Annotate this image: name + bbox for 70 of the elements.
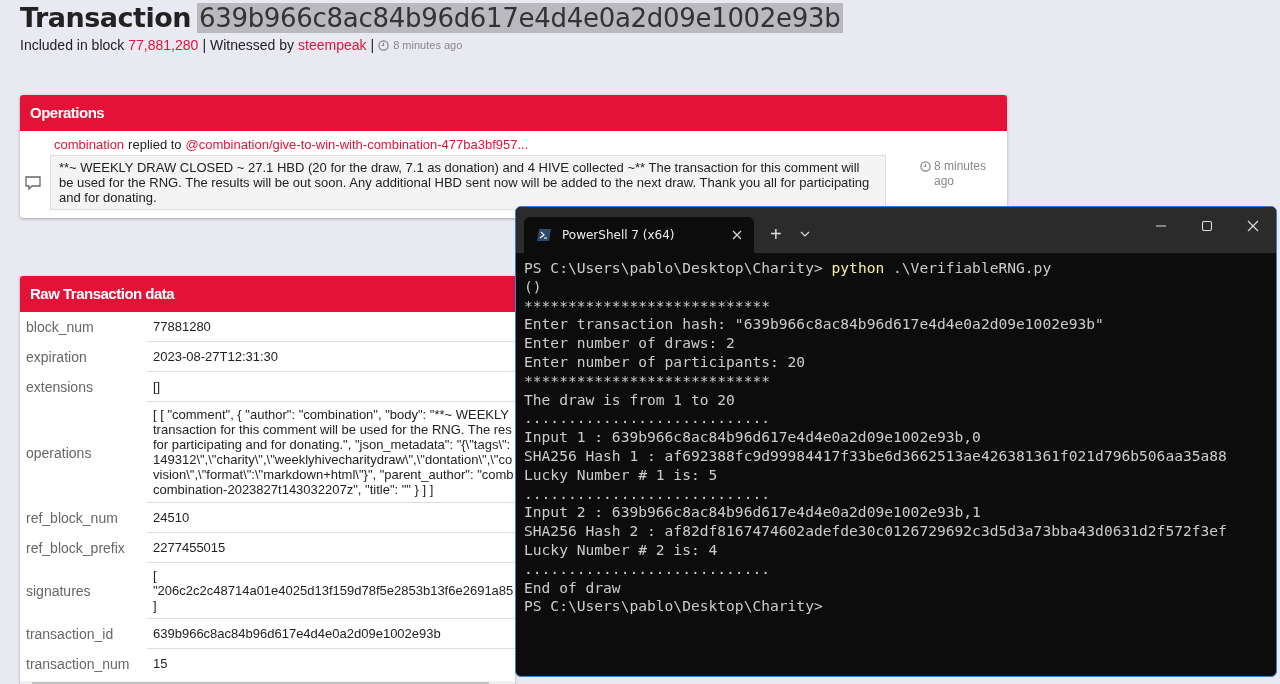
field-key: ref_block_prefix — [20, 533, 147, 563]
block-label: Included in block — [20, 37, 125, 53]
transaction-hash: 639b966c8ac84b96d617e4d4e0a2d09e1002e93b — [196, 2, 843, 33]
new-tab-button[interactable]: + — [754, 217, 792, 253]
field-value: 2023-08-27T12:31:30 — [153, 349, 279, 364]
output-line: **************************** — [524, 371, 771, 391]
post-link[interactable]: @combination/give-to-win-with-combination-477ba3bf957... — [185, 137, 529, 152]
panel-header: Raw Transaction data — [20, 276, 515, 312]
field-value: 639b966c8ac84b96d617e4d4e0a2d09e1002e93b — [153, 626, 441, 641]
field-key: signatures — [20, 563, 147, 619]
output-line: Enter number of draws: 2 — [524, 334, 736, 353]
output-line: SHA256 Hash 2 : af82df8167474602adefde30c0126729692c3d5d3a73bba43d0631d2f572f3ef — [524, 522, 1228, 541]
field-value: "206c2c2c48714a01e4025d13f159d78f5e2853b13f6e2691a85 — [153, 583, 514, 598]
output-line: Input 2 : 639b966c8ac84b96d617e4d4e0a2d09e1002e93b,1 — [524, 503, 982, 523]
comment-icon — [24, 174, 42, 191]
output-line: The draw is from 1 to 20 — [524, 390, 736, 410]
close-icon[interactable] — [732, 230, 742, 240]
terminal-tab[interactable]: PowerShell 7 (x64) — [524, 217, 754, 253]
separator: | — [202, 37, 206, 53]
timestamp: 8 minutes ago — [934, 159, 988, 189]
field-value: 77881280 — [153, 319, 211, 334]
author-link[interactable]: combination — [54, 137, 125, 152]
powershell-icon — [536, 228, 552, 242]
field-value: ] — [153, 598, 157, 613]
field-value: 15 — [153, 656, 168, 671]
prompt-line: PS C:\Users\pablo\Desktop\Charity> — [524, 597, 824, 617]
output-line: ............................ — [524, 559, 771, 579]
field-key: transaction_id — [20, 619, 147, 649]
separator: | — [370, 37, 375, 53]
maximize-icon[interactable] — [1201, 220, 1213, 232]
page-title: Transaction — [20, 2, 191, 33]
field-value: 24510 — [153, 510, 190, 525]
field-key: extensions — [20, 372, 147, 402]
witness-label: Witnessed by — [210, 37, 295, 53]
panel-header: Operations — [20, 95, 1007, 131]
output-line: End of draw — [524, 578, 622, 598]
command-line: PS C:\Users\pablo\Desktop\Charity> python .\VerifiableRNG.py — [524, 259, 1053, 278]
output-line: Lucky Number # 2 is: 4 — [524, 540, 719, 560]
clock-icon — [920, 161, 931, 172]
output-line: Enter number of participants: 20 — [524, 353, 807, 372]
field-value: combination-2023827t143032207z", "title": "" } ] ] — [153, 482, 434, 497]
comment-body: **~ WEEKLY DRAW CLOSED ~ 27.1 HBD (20 for the draw, 7.1 as donation) and 4 HIVE collected ~** The transaction for this comment will be used for the RNG. The results will be out soon. Any additional HBD sent now will be added to the next draw. Thank you all for participating and for donating. — [50, 155, 886, 210]
field-key: expiration — [20, 342, 147, 372]
field-value: for participating and for donating.", "json_metadata": "{\"tags\": — [153, 437, 511, 452]
field-key: transaction_num — [20, 649, 147, 678]
output-line: Enter transaction hash: "639b966c8ac84b96d617e4d4e0a2d09e1002e93b" — [524, 315, 1105, 335]
field-value: 149312\",\"charity\",\"weeklyhivecharitydraw\",\"dontation\",\"co — [153, 452, 513, 467]
timestamp: 8 minutes ago — [393, 39, 463, 51]
field-value: [ [ "comment", { "author": "combination", "body": "**~ WEEKLY — [153, 407, 509, 422]
clock-icon — [378, 39, 390, 51]
witness-link[interactable]: steempeak — [298, 37, 367, 53]
close-icon[interactable] — [1247, 220, 1259, 232]
field-key: block_num — [20, 312, 147, 342]
block-link[interactable]: 77,881,280 — [128, 37, 199, 53]
field-key: operations — [20, 402, 147, 503]
field-value: [ — [153, 568, 157, 583]
output-line: ............................ — [524, 484, 771, 504]
output-line: SHA256 Hash 1 : af692388fc9d99984417f33be6d3662513ae426381361f021d796b506aa35a88 — [524, 446, 1228, 466]
output-line: Input 1 : 639b966c8ac84b96d617e4d4e0a2d09e1002e93b,0 — [524, 428, 982, 447]
field-value: [] — [153, 379, 161, 394]
action-text: replied to — [128, 137, 182, 152]
output-line: Lucky Number # 1 is: 5 — [524, 465, 719, 485]
field-key: ref_block_num — [20, 503, 147, 533]
output-line: () — [524, 277, 543, 297]
field-value: vision\",\"format\":\"markdown+html\"}", "parent_author": "comb — [153, 467, 514, 482]
dropdown-icon[interactable] — [799, 231, 810, 237]
field-value: transaction for this comment will be used for the RNG. The res — [153, 422, 512, 437]
field-value: 2277455015 — [153, 540, 226, 555]
output-line: ............................ — [524, 409, 771, 429]
output-line: **************************** — [524, 296, 771, 316]
